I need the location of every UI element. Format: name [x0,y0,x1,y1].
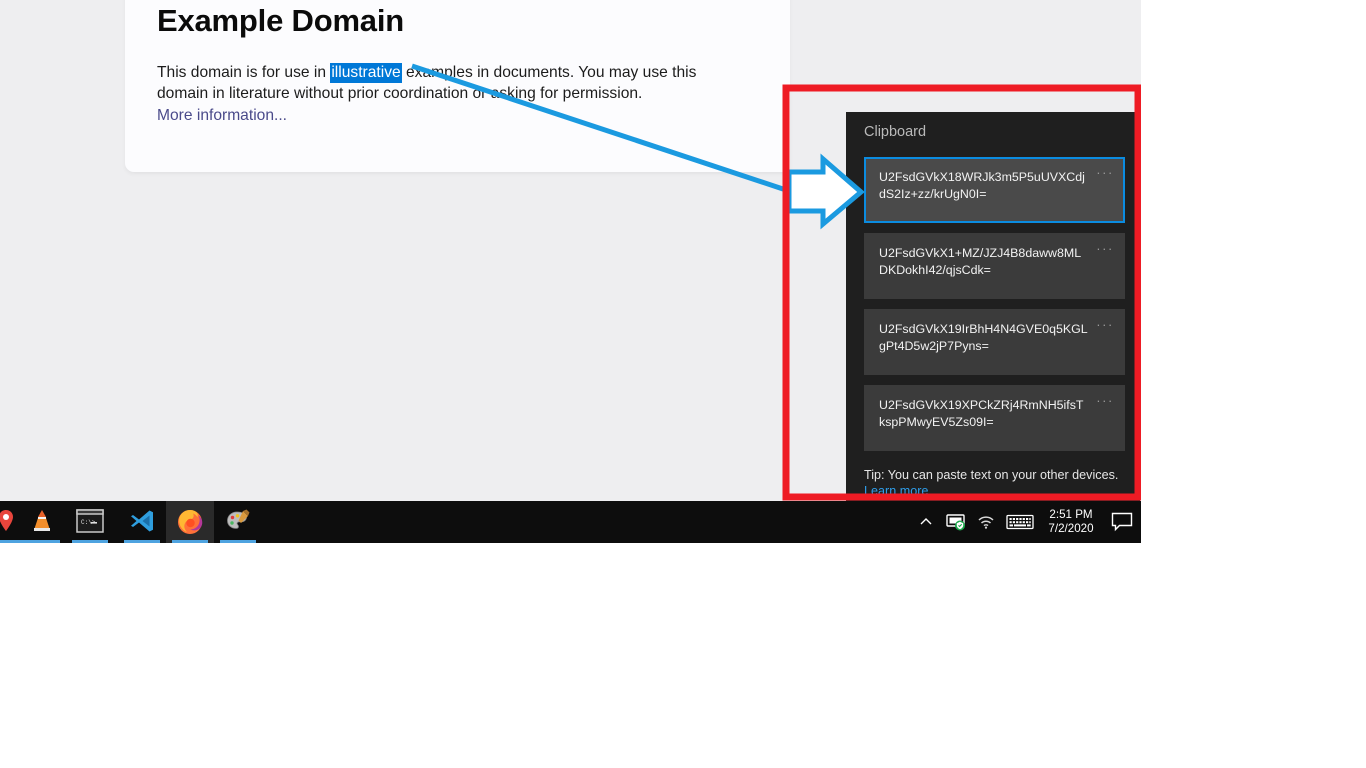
clipboard-learn-more-link[interactable]: Learn more [864,484,928,498]
clipboard-item[interactable]: U2FsdGVkX19XPCkZRj4RmNH5ifsTkspPMwyEV5Zs… [864,385,1125,451]
taskbar-button-paint[interactable] [214,501,262,543]
taskbar-button-vlc[interactable] [18,501,66,543]
vlc-cone-icon [18,501,66,540]
clipboard-item-text: U2FsdGVkX19XPCkZRj4RmNH5ifsTkspPMwyEV5Zs… [879,397,1089,430]
clipboard-tip-text: Tip: You can paste text on your other de… [864,467,1118,483]
clipboard-item-overflow-menu-icon[interactable]: ··· [1096,166,1114,179]
paint-palette-icon [214,501,262,540]
touch-keyboard-icon[interactable] [1001,501,1039,543]
taskbar-running-indicator [220,540,256,543]
clipboard-item-overflow-menu-icon[interactable]: ··· [1096,242,1114,255]
example-domain-card: Example Domain This domain is for use in… [125,0,790,172]
more-information-link[interactable]: More information... [157,107,287,125]
browser-page-viewport: Example Domain This domain is for use in… [0,0,1141,501]
clock-date: 7/2/2020 [1039,522,1103,536]
action-center-button[interactable] [1103,501,1141,543]
taskbar-running-indicator [172,540,208,543]
taskbar-button-command-prompt[interactable]: C:\> [66,501,114,543]
paragraph-text-before: This domain is for use in [157,64,330,81]
clipboard-item-text: U2FsdGVkX19IrBhH4N4GVE0q5KGLgPt4D5w2jP7P… [879,321,1089,354]
clipboard-item-text: U2FsdGVkX18WRJk3m5P5uUVXCdjdS2Iz+zz/krUg… [879,169,1089,202]
page-paragraph: This domain is for use in illustrative e… [157,62,717,104]
show-hidden-icons-chevron-up-icon[interactable] [911,501,941,543]
clipboard-item-overflow-menu-icon[interactable]: ··· [1096,318,1114,331]
taskbar-clock[interactable]: 2:51 PM 7/2/2020 [1039,508,1103,536]
clipboard-item-list: U2FsdGVkX18WRJk3m5P5uUVXCdjdS2Iz+zz/krUg… [864,157,1125,461]
taskbar-running-indicator [24,540,60,543]
clipboard-item[interactable]: U2FsdGVkX19IrBhH4N4GVE0q5KGLgPt4D5w2jP7P… [864,309,1125,375]
display-security-icon[interactable] [941,501,971,543]
speech-bubble-icon [1111,512,1133,532]
page-title: Example Domain [157,3,404,39]
taskbar-running-indicator [72,540,108,543]
selected-text-highlight[interactable]: illustrative [330,63,401,83]
vs-code-icon [118,501,166,540]
clipboard-panel-title: Clipboard [864,124,926,140]
clipboard-item-overflow-menu-icon[interactable]: ··· [1096,394,1114,407]
screenshot-canvas: Example Domain This domain is for use in… [0,0,1141,543]
taskbar-running-indicator [124,540,160,543]
command-prompt-icon: C:\> [66,501,114,540]
taskbar-button-firefox[interactable] [166,501,214,543]
network-wifi-icon[interactable] [971,501,1001,543]
clock-time: 2:51 PM [1039,508,1103,522]
clipboard-item[interactable]: U2FsdGVkX18WRJk3m5P5uUVXCdjdS2Iz+zz/krUg… [864,157,1125,223]
clipboard-history-panel: Clipboard U2FsdGVkX18WRJk3m5P5uUVXCdjdS2… [846,112,1140,501]
system-tray: 2:51 PM 7/2/2020 [911,501,1141,543]
taskbar-button-vs-code[interactable] [118,501,166,543]
windows-taskbar: C:\> [0,501,1141,543]
clipboard-item-text: U2FsdGVkX1+MZ/JZJ4B8daww8MLDKDokhI42/qjs… [879,245,1089,278]
firefox-icon [166,501,214,540]
clipboard-item[interactable]: U2FsdGVkX1+MZ/JZJ4B8daww8MLDKDokhI42/qjs… [864,233,1125,299]
